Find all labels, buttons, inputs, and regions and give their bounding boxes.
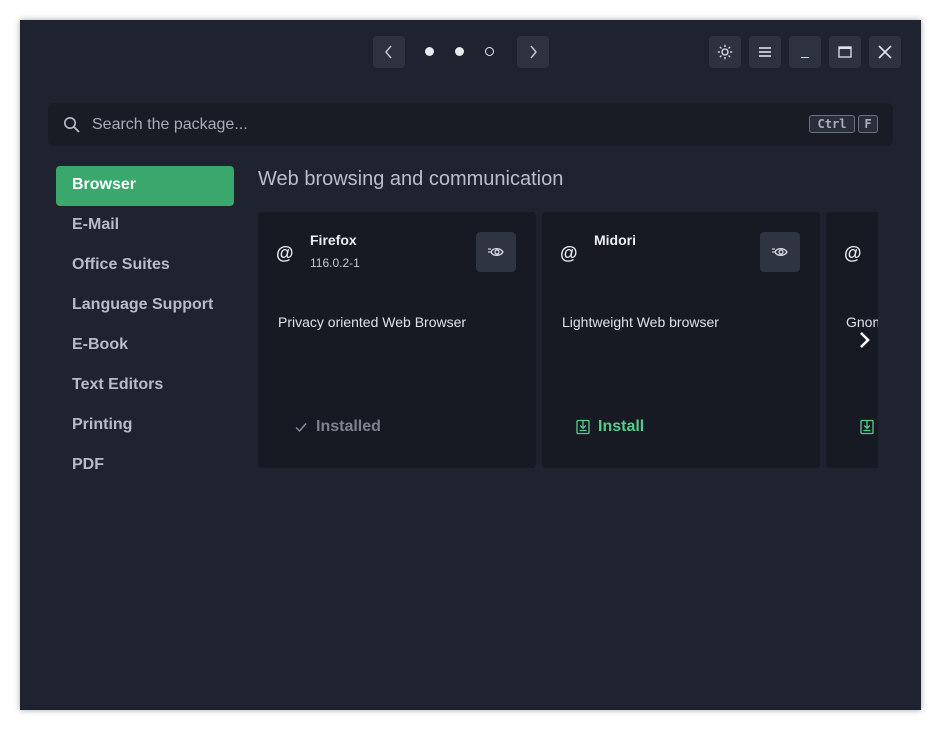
section-title: Web browsing and communication — [258, 168, 564, 190]
package-name: Firefox — [310, 232, 357, 248]
sidebar-item-pdf[interactable]: PDF — [56, 446, 234, 486]
package-name: Midori — [594, 232, 636, 248]
package-info-button[interactable] — [760, 232, 800, 272]
sidebar-item-language-support[interactable]: Language Support — [56, 286, 234, 326]
sun-icon — [717, 44, 733, 60]
sidebar-item-office-suites[interactable]: Office Suites — [56, 246, 234, 286]
web-icon: @ — [560, 243, 578, 263]
chevron-left-icon — [385, 45, 392, 59]
web-icon: @ — [276, 243, 294, 263]
installed-label: Installed — [316, 418, 381, 435]
pager-dots — [424, 46, 494, 56]
app-window: _ Ctrl F Browser E-Mail Office Suites La… — [20, 20, 921, 710]
search-icon — [64, 117, 80, 133]
download-icon — [860, 419, 874, 435]
web-icon: @ — [844, 243, 862, 263]
theme-toggle-button[interactable] — [709, 36, 741, 68]
pager-dot-1[interactable] — [424, 46, 434, 56]
download-icon — [576, 419, 590, 435]
sidebar-item-text-editors[interactable]: Text Editors — [56, 366, 234, 406]
package-carousel: @ Firefox 116.0.2-1 Privacy oriented Web… — [258, 212, 878, 468]
package-info-icon — [488, 247, 504, 257]
pager-dot-2[interactable] — [454, 46, 464, 56]
sidebar-item-email[interactable]: E-Mail — [56, 206, 234, 246]
next-page-button[interactable] — [517, 36, 549, 68]
hamburger-icon — [759, 47, 771, 57]
package-card-midori: @ Midori Lightweight Web browser Install — [542, 212, 820, 468]
prev-page-button[interactable] — [373, 36, 405, 68]
chevron-right-icon — [530, 45, 537, 59]
minimize-icon: _ — [801, 42, 809, 58]
installed-status: Installed — [294, 416, 381, 438]
pager-dot-3[interactable] — [484, 46, 494, 56]
maximize-button[interactable] — [829, 36, 861, 68]
sidebar-item-browser[interactable]: Browser — [56, 166, 234, 206]
close-icon — [878, 45, 892, 59]
sidebar-item-printing[interactable]: Printing — [56, 406, 234, 446]
sidebar-item-ebook[interactable]: E-Book — [56, 326, 234, 366]
minimize-button[interactable]: _ — [789, 36, 821, 68]
category-sidebar: Browser E-Mail Office Suites Language Su… — [56, 166, 234, 486]
package-info-button[interactable] — [476, 232, 516, 272]
package-version: 116.0.2-1 — [310, 256, 360, 270]
shortcut-key-f: F — [858, 115, 878, 133]
package-description: Gnome Web — [846, 314, 878, 330]
maximize-icon — [838, 46, 852, 58]
package-description: Lightweight Web browser — [562, 314, 719, 330]
close-button[interactable] — [869, 36, 901, 68]
menu-button[interactable] — [749, 36, 781, 68]
check-icon — [295, 423, 307, 433]
package-description: Privacy oriented Web Browser — [278, 314, 467, 330]
install-button[interactable]: Install — [576, 416, 644, 438]
search-bar: Ctrl F — [48, 103, 893, 146]
install-button[interactable] — [860, 416, 874, 438]
search-input[interactable] — [92, 103, 792, 146]
install-label: Install — [598, 418, 645, 435]
package-card-firefox: @ Firefox 116.0.2-1 Privacy oriented Web… — [258, 212, 536, 468]
carousel-next-icon[interactable] — [854, 330, 874, 350]
package-info-icon — [772, 247, 788, 257]
shortcut-key-ctrl: Ctrl — [809, 115, 855, 133]
